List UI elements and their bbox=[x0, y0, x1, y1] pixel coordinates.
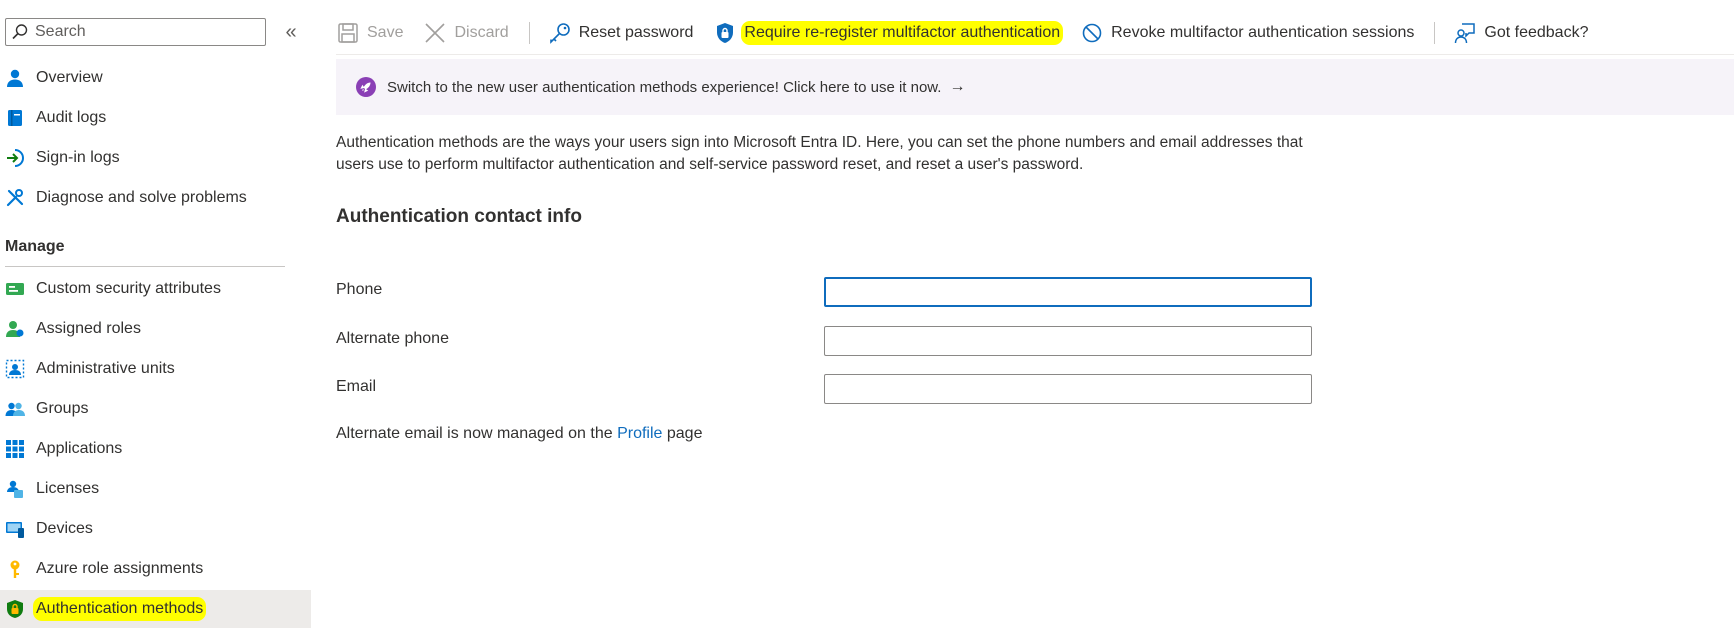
save-button[interactable]: Save bbox=[336, 21, 403, 45]
arrow-right-icon: → bbox=[949, 78, 966, 95]
sidebar-item-assigned-roles[interactable]: Assigned roles bbox=[0, 310, 311, 348]
toolbar-separator-line bbox=[336, 54, 1734, 55]
feedback-button[interactable]: Got feedback? bbox=[1453, 21, 1588, 45]
sidebar-item-azure-role-assignments[interactable]: Azure role assignments bbox=[0, 550, 311, 588]
sidebar-item-diagnose[interactable]: Diagnose and solve problems bbox=[0, 179, 311, 217]
alternate-email-note: Alternate email is now managed on the Pr… bbox=[336, 425, 702, 443]
alternate-phone-label: Alternate phone bbox=[336, 330, 449, 347]
save-button-label: Save bbox=[367, 24, 404, 41]
close-icon bbox=[423, 21, 447, 45]
discard-button-label: Discard bbox=[454, 24, 509, 41]
key-icon bbox=[5, 559, 25, 579]
sidebar-item-administrative-units[interactable]: Administrative units bbox=[0, 350, 311, 388]
sidebar-item-label: Audit logs bbox=[36, 109, 107, 126]
tag-card-icon bbox=[5, 279, 25, 299]
sidebar-item-custom-security-attributes[interactable]: Custom security attributes bbox=[0, 270, 311, 308]
sidebar-item-groups[interactable]: Groups bbox=[0, 390, 311, 428]
reset-password-label: Reset password bbox=[578, 24, 694, 41]
phone-input[interactable] bbox=[824, 277, 1312, 307]
require-reregister-mfa-button[interactable]: Require re-register multifactor authenti… bbox=[713, 21, 1061, 45]
save-icon bbox=[336, 21, 360, 45]
alternate-phone-input[interactable] bbox=[824, 326, 1312, 356]
phone-label: Phone bbox=[336, 281, 383, 298]
sidebar-item-overview[interactable]: Overview bbox=[0, 59, 311, 97]
page-description: Authentication methods are the ways your… bbox=[336, 134, 1303, 173]
feedback-label: Got feedback? bbox=[1484, 24, 1589, 41]
person-role-icon bbox=[5, 319, 25, 339]
sidebar-item-label: Licenses bbox=[36, 480, 100, 497]
grid-icon bbox=[5, 439, 25, 459]
lock-shield-icon bbox=[713, 21, 737, 45]
toolbar-divider bbox=[528, 22, 530, 44]
people-icon bbox=[5, 399, 25, 419]
revoke-mfa-sessions-label: Revoke multifactor authentication sessio… bbox=[1111, 24, 1415, 41]
sidebar-item-applications[interactable]: Applications bbox=[0, 430, 311, 468]
revoke-mfa-sessions-button[interactable]: Revoke multifactor authentication sessio… bbox=[1080, 21, 1414, 45]
key-icon bbox=[548, 21, 572, 45]
sidebar-item-label: Diagnose and solve problems bbox=[36, 189, 247, 206]
admin-unit-icon bbox=[5, 359, 25, 379]
reset-password-button[interactable]: Reset password bbox=[548, 21, 694, 45]
sidebar-item-label: Authentication methods bbox=[36, 600, 204, 618]
search-input[interactable] bbox=[33, 23, 265, 41]
email-label: Email bbox=[336, 378, 377, 395]
sidebar-item-label: Devices bbox=[36, 520, 93, 537]
sidebar-item-licenses[interactable]: Licenses bbox=[0, 470, 311, 508]
sidebar: « Overview Audit logs Sign-in logs Diagn… bbox=[0, 0, 311, 642]
sidebar-item-label: Azure role assignments bbox=[36, 560, 204, 577]
search-icon bbox=[11, 23, 33, 41]
person-icon bbox=[5, 68, 25, 88]
sidebar-item-audit-logs[interactable]: Audit logs bbox=[0, 99, 311, 137]
collapse-sidebar-button[interactable]: « bbox=[281, 20, 301, 44]
sidebar-item-devices[interactable]: Devices bbox=[0, 510, 311, 548]
banner-text: Switch to the new user authentication me… bbox=[387, 78, 942, 96]
section-label-manage: Manage bbox=[5, 238, 65, 255]
toolbar-divider bbox=[1434, 22, 1436, 44]
sidebar-item-label: Assigned roles bbox=[36, 320, 141, 337]
sidebar-item-sign-in-logs[interactable]: Sign-in logs bbox=[0, 139, 311, 177]
command-bar: Save Discard Reset password Require re-r… bbox=[336, 14, 1608, 52]
book-icon bbox=[5, 108, 25, 128]
wrench-icon bbox=[5, 188, 25, 208]
email-input[interactable] bbox=[824, 374, 1312, 404]
note-prefix: Alternate email is now managed on the bbox=[336, 425, 618, 442]
sidebar-item-authentication-methods[interactable]: Authentication methods bbox=[0, 590, 311, 628]
sidebar-item-label: Overview bbox=[36, 69, 103, 86]
section-divider bbox=[5, 266, 285, 267]
require-reregister-mfa-label: Require re-register multifactor authenti… bbox=[744, 24, 1061, 42]
sidebar-item-label: Sign-in logs bbox=[36, 149, 120, 166]
section-heading: Authentication contact info bbox=[336, 206, 582, 227]
note-suffix: page bbox=[662, 425, 703, 442]
sign-in-icon bbox=[5, 148, 25, 168]
new-experience-banner[interactable]: Switch to the new user authentication me… bbox=[336, 59, 1734, 115]
feedback-icon bbox=[1453, 21, 1477, 45]
shield-icon bbox=[5, 599, 25, 619]
search-box[interactable] bbox=[5, 18, 266, 46]
profile-link[interactable]: Profile bbox=[617, 425, 662, 442]
sidebar-item-label: Custom security attributes bbox=[36, 280, 221, 297]
sidebar-item-label: Administrative units bbox=[36, 360, 175, 377]
sidebar-item-label: Applications bbox=[36, 440, 123, 457]
sidebar-item-label: Groups bbox=[36, 400, 89, 417]
license-icon bbox=[5, 479, 25, 499]
discard-button[interactable]: Discard bbox=[423, 21, 509, 45]
device-icon bbox=[5, 519, 25, 539]
block-icon bbox=[1080, 21, 1104, 45]
rocket-icon bbox=[355, 76, 377, 98]
